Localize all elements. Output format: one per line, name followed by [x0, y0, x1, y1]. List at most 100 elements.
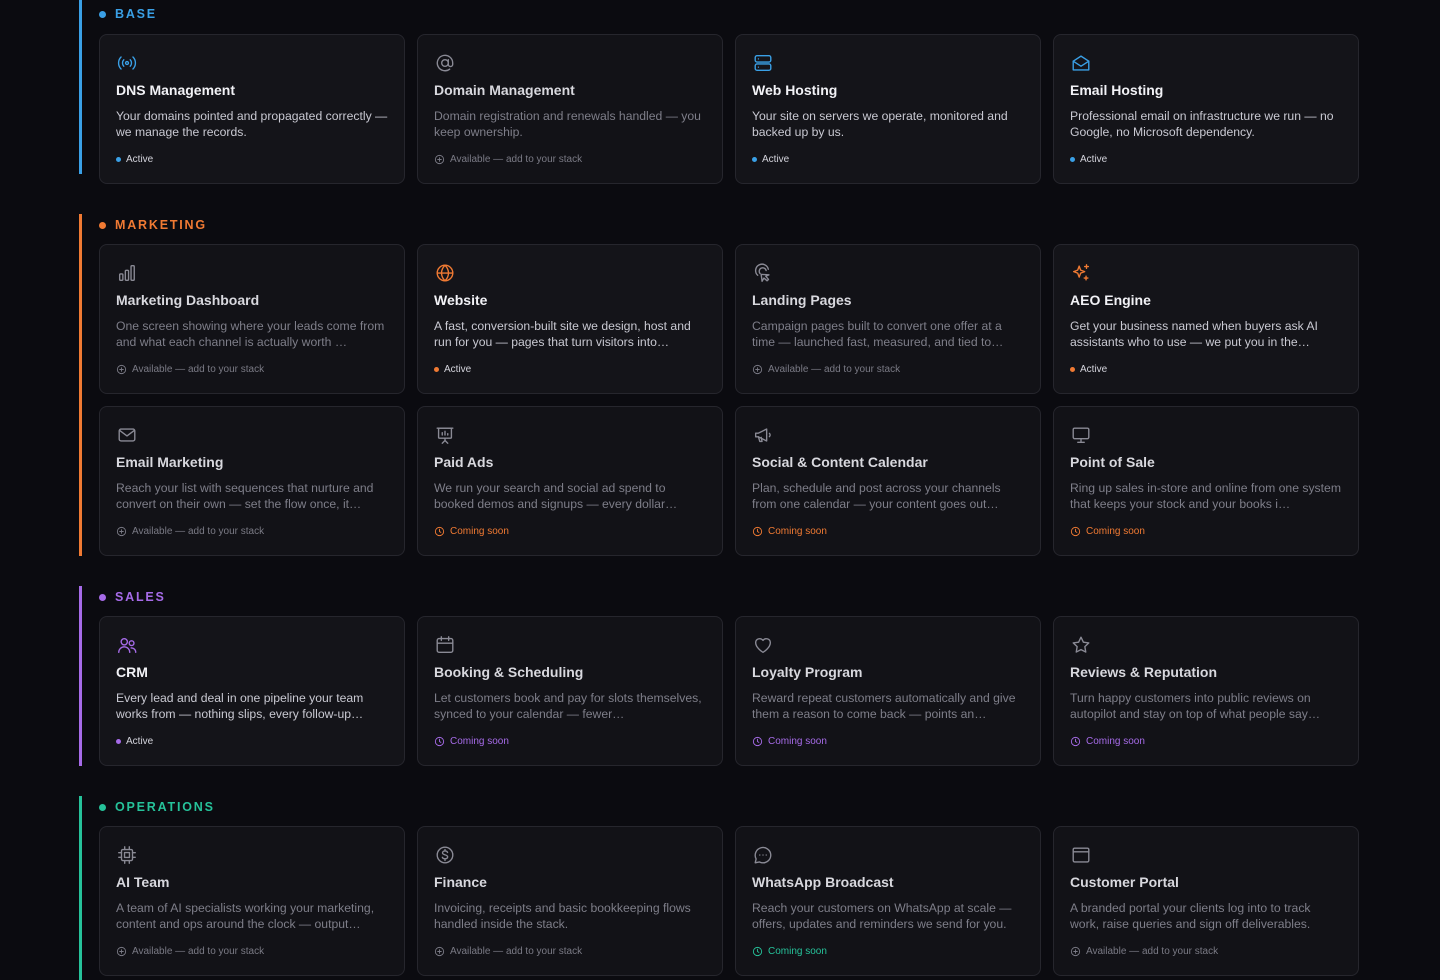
plus-circle-icon	[116, 526, 127, 537]
status-label: Active	[126, 154, 154, 165]
card-description: Campaign pages built to convert one offe…	[752, 319, 1004, 349]
cpu-icon	[116, 844, 138, 866]
status-label: Available — add to your stack	[132, 526, 265, 537]
at-sign-icon	[434, 52, 456, 74]
status-dot	[116, 157, 121, 162]
status-dot	[434, 367, 439, 372]
status-label: Available — add to your stack	[450, 946, 583, 957]
service-card[interactable]: Website A fast, conversion-built site we …	[417, 244, 723, 394]
card-description: One screen showing where your leads come…	[116, 319, 385, 349]
status-label: Active	[444, 364, 472, 375]
star-icon	[1070, 634, 1092, 656]
service-card[interactable]: Loyalty Program Reward repeat customers a…	[735, 616, 1041, 766]
section-operations: OPERATIONS AI Team A team of AI specialist…	[79, 792, 1361, 980]
card-title: Marketing Dashboard	[116, 292, 260, 308]
heart-icon	[752, 634, 774, 656]
status-badge: Active	[434, 364, 471, 375]
card-description: Let customers book and pay for slots the…	[434, 691, 702, 721]
card-title: AEO Engine	[1070, 292, 1151, 308]
card-description: Ring up sales in-store and online from o…	[1070, 481, 1341, 511]
card-title: Email Marketing	[116, 454, 224, 470]
card-grid: AI Team A team of AI specialists working …	[99, 826, 1359, 976]
browser-window-icon	[1070, 844, 1092, 866]
status-badge: Available — add to your stack	[434, 946, 582, 957]
status-dot	[752, 157, 757, 162]
service-card[interactable]: Booking & Scheduling Let customers book a…	[417, 616, 723, 766]
server-icon	[752, 52, 774, 74]
status-label: Coming soon	[1086, 736, 1145, 747]
section-dot	[99, 803, 106, 811]
status-badge: Coming soon	[434, 526, 509, 537]
service-card[interactable]: Customer Portal A branded portal your cli…	[1053, 826, 1359, 976]
service-card[interactable]: Domain Management Domain registration and…	[417, 34, 723, 184]
card-title: Website	[434, 292, 488, 308]
status-label: Available — add to your stack	[1086, 946, 1219, 957]
card-description: Every lead and deal in one pipeline your…	[116, 691, 364, 721]
card-title: Booking & Scheduling	[434, 664, 584, 680]
status-label: Coming soon	[450, 526, 509, 537]
status-label: Available — add to your stack	[132, 364, 265, 375]
status-label: Active	[1080, 364, 1108, 375]
card-title: Domain Management	[434, 82, 575, 98]
status-badge: Available — add to your stack	[116, 526, 264, 537]
card-description: We run your search and social ad spend t…	[434, 481, 678, 511]
section-dot	[99, 593, 106, 601]
clock-icon	[434, 526, 445, 537]
card-description: Reach your list with sequences that nurt…	[116, 481, 374, 511]
section-base: BASE DNS Management Your domains pointed a…	[79, 0, 1361, 184]
status-badge: Coming soon	[1070, 526, 1145, 537]
service-card[interactable]: Point of Sale Ring up sales in-store and …	[1053, 406, 1359, 556]
status-dot	[1070, 157, 1075, 162]
status-label: Coming soon	[1086, 526, 1145, 537]
plus-circle-icon	[116, 946, 127, 957]
status-label: Coming soon	[450, 736, 509, 747]
plus-circle-icon	[116, 364, 127, 375]
status-badge: Active	[1070, 364, 1107, 375]
service-card[interactable]: Social & Content Calendar Plan, schedule …	[735, 406, 1041, 556]
status-badge: Available — add to your stack	[1070, 946, 1218, 957]
section-marketing: MARKETING Marketing Dashboard One screen s…	[79, 210, 1361, 556]
service-card[interactable]: Landing Pages Campaign pages built to con…	[735, 244, 1041, 394]
service-card[interactable]: CRM Every lead and deal in one pipeline y…	[99, 616, 405, 766]
card-title: Paid Ads	[434, 454, 494, 470]
calendar-icon	[434, 634, 456, 656]
dollar-icon	[434, 844, 456, 866]
card-title: Web Hosting	[752, 82, 838, 98]
section-rail	[79, 214, 82, 556]
service-card[interactable]: Finance Invoicing, receipts and basic boo…	[417, 826, 723, 976]
service-card[interactable]: Web Hosting Your site on servers we opera…	[735, 34, 1041, 184]
section-header: OPERATIONS	[99, 792, 215, 822]
service-card[interactable]: AEO Engine Get your business named when b…	[1053, 244, 1359, 394]
card-title: Customer Portal	[1070, 874, 1179, 890]
service-card[interactable]: Email Hosting Professional email on infra…	[1053, 34, 1359, 184]
status-label: Coming soon	[768, 526, 827, 537]
service-card[interactable]: WhatsApp Broadcast Reach your customers o…	[735, 826, 1041, 976]
status-badge: Available — add to your stack	[434, 154, 582, 165]
card-grid: CRM Every lead and deal in one pipeline y…	[99, 616, 1359, 766]
bar-chart-icon	[116, 262, 138, 284]
service-card[interactable]: Email Marketing Reach your list with sequ…	[99, 406, 405, 556]
plus-circle-icon	[1070, 946, 1081, 957]
service-card[interactable]: DNS Management Your domains pointed and p…	[99, 34, 405, 184]
service-card[interactable]: AI Team A team of AI specialists working …	[99, 826, 405, 976]
card-description: Reach your customers on WhatsApp at scal…	[752, 901, 1012, 931]
section-sales: SALES CRM Every lead and deal in one pipel…	[79, 582, 1361, 766]
card-title: Finance	[434, 874, 487, 890]
section-header: SALES	[99, 582, 166, 612]
status-badge: Available — add to your stack	[116, 364, 264, 375]
card-description: Plan, schedule and post across your chan…	[752, 481, 1001, 511]
message-circle-icon	[752, 844, 774, 866]
card-description: Domain registration and renewals handled…	[434, 109, 701, 139]
service-card[interactable]: Reviews & Reputation Turn happy customers…	[1053, 616, 1359, 766]
card-description: Reward repeat customers automatically an…	[752, 691, 1016, 721]
service-card[interactable]: Marketing Dashboard One screen showing wh…	[99, 244, 405, 394]
mail-open-icon	[1070, 52, 1092, 74]
service-card[interactable]: Paid Ads We run your search and social ad…	[417, 406, 723, 556]
presentation-icon	[434, 424, 456, 446]
status-label: Coming soon	[768, 946, 827, 957]
section-rail	[79, 796, 82, 980]
card-title: Point of Sale	[1070, 454, 1155, 470]
clock-icon	[752, 526, 763, 537]
section-rail	[79, 586, 82, 766]
status-badge: Active	[116, 736, 153, 747]
